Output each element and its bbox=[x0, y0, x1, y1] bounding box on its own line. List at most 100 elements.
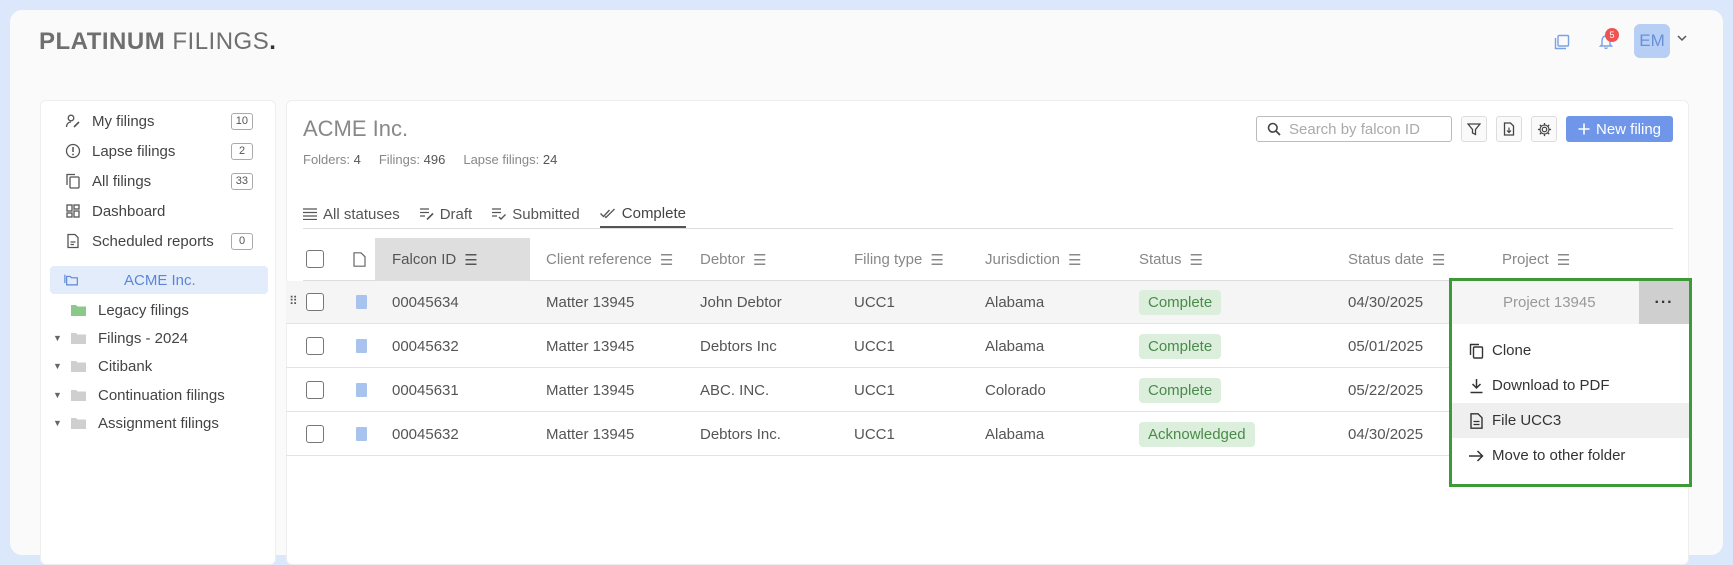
notification-badge: 5 bbox=[1605, 28, 1619, 42]
column-status[interactable]: Status ☰ bbox=[1139, 238, 1203, 281]
status-badge: Complete bbox=[1139, 378, 1222, 403]
cell-falcon-id[interactable]: 00045632 bbox=[392, 325, 459, 368]
folder-label: Citibank bbox=[98, 357, 153, 375]
file-icon bbox=[356, 295, 367, 309]
sidebar-item-label: Scheduled reports bbox=[92, 232, 214, 250]
tab-complete[interactable]: Complete bbox=[599, 200, 686, 228]
sidebar-item-count: 33 bbox=[230, 172, 253, 190]
cell-client-reference: Matter 13945 bbox=[546, 338, 635, 355]
sidebar-item-my-filings[interactable]: My filings 10 bbox=[41, 107, 277, 135]
cell-falcon-id[interactable]: 00045632 bbox=[392, 413, 459, 456]
menu-item-download-pdf[interactable]: Download to PDF bbox=[1452, 368, 1689, 403]
expand-arrow-icon[interactable]: ▼ bbox=[53, 333, 62, 343]
search-box[interactable] bbox=[1256, 116, 1452, 142]
select-all-checkbox[interactable] bbox=[306, 250, 324, 268]
cell-jurisdiction: Alabama bbox=[985, 338, 1045, 355]
filter-lines-icon: ☰ bbox=[753, 251, 767, 269]
cell-debtor: John Debtor bbox=[700, 294, 782, 311]
sidebar-folder-legacy[interactable]: Legacy filings bbox=[41, 297, 277, 323]
column-filing-type[interactable]: Filing type ☰ bbox=[854, 238, 944, 281]
cell-falcon-id[interactable]: 00045634 bbox=[392, 281, 459, 324]
cell-status-date: 04/30/2025 bbox=[1348, 426, 1424, 443]
tab-submitted[interactable]: Submitted bbox=[492, 200, 580, 228]
page-title: ACME Inc. bbox=[303, 116, 409, 141]
sidebar-folder-assignment[interactable]: ▼ Assignment filings bbox=[41, 410, 277, 436]
export-button[interactable] bbox=[1496, 116, 1522, 142]
sidebar-item-label: Lapse filings bbox=[92, 142, 176, 160]
new-filing-button[interactable]: New filing bbox=[1566, 116, 1673, 142]
row-checkbox[interactable] bbox=[306, 337, 324, 355]
tab-label: Draft bbox=[439, 205, 473, 223]
sidebar-item-lapse-filings[interactable]: Lapse filings 2 bbox=[41, 137, 277, 165]
cell-status-date: 04/30/2025 bbox=[1348, 294, 1424, 311]
sidebar-folder-continuation[interactable]: ▼ Continuation filings bbox=[41, 382, 277, 408]
stat-filings: Filings: 496 bbox=[378, 152, 446, 167]
sidebar-item-all-filings[interactable]: All filings 33 bbox=[41, 167, 277, 195]
tab-draft[interactable]: Draft bbox=[419, 200, 473, 228]
cell-status: Complete bbox=[1139, 281, 1222, 324]
file-icon bbox=[356, 427, 367, 441]
dashboard-icon bbox=[65, 203, 81, 219]
column-jurisdiction[interactable]: Jurisdiction ☰ bbox=[985, 238, 1081, 281]
expand-arrow-icon[interactable]: ▼ bbox=[53, 390, 62, 400]
sidebar-folder-acme[interactable]: ACME Inc. bbox=[50, 266, 268, 294]
menu-item-move-folder[interactable]: Move to other folder bbox=[1452, 438, 1689, 473]
column-debtor[interactable]: Debtor ☰ bbox=[700, 238, 766, 281]
cell-debtor: Debtors Inc. bbox=[700, 426, 781, 443]
filter-button[interactable] bbox=[1461, 116, 1487, 142]
folder-icon bbox=[71, 417, 86, 429]
sidebar-folder-citibank[interactable]: ▼ Citibank bbox=[41, 353, 277, 379]
menu-item-label: Clone bbox=[1492, 342, 1532, 359]
sidebar-item-scheduled-reports[interactable]: Scheduled reports 0 bbox=[41, 227, 277, 255]
filter-lines-icon: ☰ bbox=[1431, 251, 1446, 269]
search-icon bbox=[1267, 122, 1281, 136]
gear-icon bbox=[1537, 122, 1552, 137]
expand-arrow-icon[interactable]: ▼ bbox=[53, 361, 62, 371]
file-type-column-icon bbox=[353, 238, 366, 281]
avatar[interactable]: EM bbox=[1634, 24, 1670, 58]
plus-icon bbox=[1578, 123, 1590, 135]
sidebar-folder-filings-2024[interactable]: ▼ Filings - 2024 bbox=[41, 325, 277, 351]
cell-project: Project 13945 bbox=[1503, 294, 1596, 311]
menu-item-label: File UCC3 bbox=[1492, 412, 1562, 429]
sidebar-item-dashboard[interactable]: Dashboard bbox=[41, 197, 277, 225]
row-checkbox[interactable] bbox=[306, 381, 324, 399]
folder-label: Assignment filings bbox=[98, 414, 219, 432]
sidebar-item-count: 2 bbox=[231, 142, 253, 160]
menu-item-file-ucc3[interactable]: File UCC3 bbox=[1452, 403, 1689, 438]
folder-icon bbox=[71, 360, 86, 372]
expand-arrow-icon[interactable]: ▼ bbox=[53, 418, 62, 428]
report-icon bbox=[65, 233, 81, 249]
cell-falcon-id[interactable]: 00045631 bbox=[392, 369, 459, 412]
column-project[interactable]: Project ☰ bbox=[1502, 238, 1570, 281]
column-client-reference[interactable]: Client reference ☰ bbox=[546, 238, 673, 281]
cell-debtor: Debtors Inc bbox=[700, 338, 777, 355]
more-actions-button[interactable]: ··· bbox=[1639, 281, 1689, 324]
cell-status-date: 05/22/2025 bbox=[1348, 382, 1424, 399]
arrow-right-icon bbox=[1468, 448, 1484, 464]
row-checkbox[interactable] bbox=[306, 425, 324, 443]
menu-item-clone[interactable]: Clone bbox=[1452, 333, 1689, 368]
tab-all-statuses[interactable]: All statuses bbox=[303, 200, 400, 228]
settings-button[interactable] bbox=[1531, 116, 1557, 142]
sidebar-item-label: Dashboard bbox=[92, 202, 166, 220]
folder-icon bbox=[71, 389, 86, 401]
sidebar-item-count: 10 bbox=[230, 112, 253, 130]
new-filing-label: New filing bbox=[1595, 120, 1662, 138]
list-icon bbox=[303, 208, 317, 220]
alert-circle-icon bbox=[65, 143, 81, 159]
cell-client-reference: Matter 13945 bbox=[546, 382, 635, 399]
chevron-down-icon[interactable] bbox=[1677, 34, 1687, 42]
logo[interactable]: PLATINUM FILINGS. bbox=[39, 28, 276, 56]
sidebar-item-count: 0 bbox=[231, 232, 253, 250]
search-input[interactable] bbox=[1289, 120, 1439, 138]
row-checkbox[interactable] bbox=[306, 293, 324, 311]
draft-icon bbox=[419, 208, 434, 220]
stat-lapse-filings: Lapse filings: 24 bbox=[463, 152, 558, 167]
column-falcon-id[interactable]: Falcon ID ☰ bbox=[375, 238, 530, 281]
download-icon bbox=[1468, 378, 1484, 394]
library-icon[interactable] bbox=[1552, 32, 1572, 52]
sidebar: My filings 10 Lapse filings 2 All filing… bbox=[40, 100, 276, 565]
drag-handle-icon[interactable]: ⠿ bbox=[289, 294, 298, 308]
column-status-date[interactable]: Status date ☰ bbox=[1348, 238, 1445, 281]
